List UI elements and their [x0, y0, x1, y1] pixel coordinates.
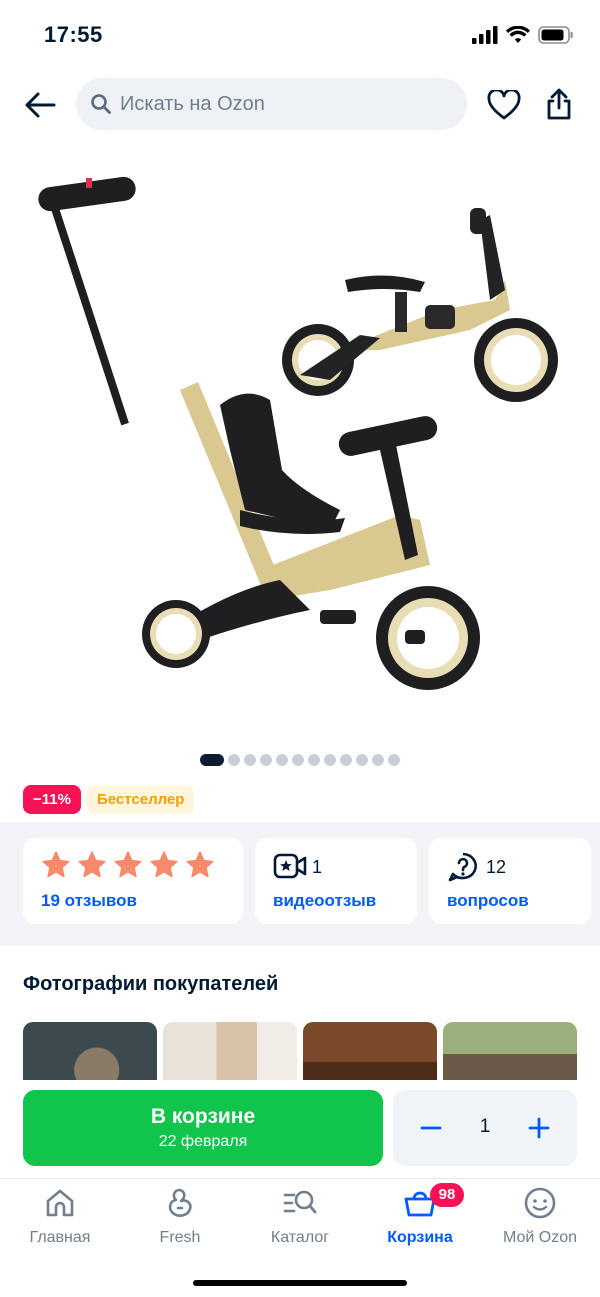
pagination-dot[interactable] [276, 754, 288, 766]
pagination-dot[interactable] [292, 754, 304, 766]
tab-catalog[interactable]: Каталог [240, 1179, 360, 1259]
rating-stars [41, 850, 215, 880]
pagination-dot[interactable] [324, 754, 336, 766]
questions-link[interactable]: вопросов [447, 891, 529, 911]
status-bar: 17:55 [0, 0, 600, 70]
tab-my-ozon-label: Мой Ozon [502, 1229, 578, 1246]
pagination-dot[interactable] [372, 754, 384, 766]
top-bar [0, 78, 600, 132]
fresh-icon [160, 1185, 200, 1221]
pagination-dot[interactable] [340, 754, 352, 766]
home-indicator [193, 1280, 407, 1286]
star-icon [42, 851, 70, 878]
balance-bike-image [282, 208, 558, 402]
home-icon [40, 1185, 80, 1221]
tab-catalog-label: Каталог [270, 1229, 330, 1246]
customer-photos-title: Фотографии покупателей [23, 973, 279, 995]
battery-icon [538, 26, 574, 49]
tab-my-ozon[interactable]: Мой Ozon [480, 1179, 600, 1259]
decrease-button[interactable] [415, 1112, 447, 1144]
bottom-tab-bar: Главная Fresh Каталог Корзина 98 Мой Ozo… [0, 1178, 600, 1297]
search-icon [91, 94, 111, 114]
in-cart-label: В корзине [150, 1105, 256, 1128]
search-input[interactable] [120, 92, 440, 116]
video-count: 1 [312, 857, 323, 877]
tab-home[interactable]: Главная [0, 1179, 120, 1259]
tricycle-image [38, 176, 480, 690]
star-icon [78, 851, 106, 878]
search-bar[interactable] [76, 78, 467, 130]
reviews-link[interactable]: 19 отзывов [41, 891, 137, 911]
tab-fresh[interactable]: Fresh [120, 1179, 240, 1259]
product-image-gallery[interactable] [0, 160, 600, 740]
discount-badge: −11% [23, 785, 81, 814]
back-button[interactable] [22, 88, 58, 122]
questions-card[interactable]: 12 вопросов [429, 838, 591, 924]
pagination-dot[interactable] [260, 754, 272, 766]
video-camera-icon [273, 853, 307, 879]
star-icon [150, 851, 178, 878]
pagination-dot[interactable] [244, 754, 256, 766]
customer-photos-strip[interactable] [23, 1022, 600, 1080]
heart-icon [487, 90, 521, 120]
profile-icon [520, 1185, 560, 1221]
video-reviews-link[interactable]: видеоотзыв [273, 891, 376, 911]
tab-cart-label: Корзина [387, 1229, 453, 1246]
product-badges: −11% Бестселлер [23, 785, 195, 814]
signal-icon [472, 26, 498, 49]
tab-fresh-label: Fresh [159, 1229, 201, 1246]
pagination-dot[interactable] [356, 754, 368, 766]
gallery-pagination[interactable] [200, 754, 400, 766]
favorite-button[interactable] [486, 88, 522, 122]
customer-photo[interactable] [303, 1022, 437, 1080]
pagination-dot[interactable] [200, 754, 224, 766]
video-reviews-card[interactable]: 1 видеоотзыв [255, 838, 417, 924]
pagination-dot[interactable] [388, 754, 400, 766]
cart-count-badge: 98 [430, 1183, 464, 1207]
pagination-dot[interactable] [308, 754, 320, 766]
product-image [38, 176, 558, 690]
quantity-stepper[interactable]: 1 [393, 1090, 577, 1166]
customer-photo[interactable] [443, 1022, 577, 1080]
bestseller-badge: Бестселлер [86, 785, 195, 814]
minus-icon [420, 1126, 442, 1130]
status-icons [472, 25, 574, 49]
share-button[interactable] [541, 86, 577, 122]
tab-home-label: Главная [29, 1229, 91, 1246]
pagination-dot[interactable] [228, 754, 240, 766]
status-time: 17:55 [44, 22, 103, 47]
star-icon [186, 851, 214, 878]
delivery-date: 22 февраля [158, 1133, 248, 1150]
quantity-value: 1 [479, 1116, 491, 1137]
customer-photo[interactable] [23, 1022, 157, 1080]
reviews-card[interactable]: 19 отзывов [23, 838, 243, 924]
increase-button[interactable] [523, 1112, 555, 1144]
purchase-bar: В корзине 22 февраля 1 [0, 1080, 600, 1180]
customer-photo[interactable] [163, 1022, 297, 1080]
question-icon [448, 852, 477, 882]
questions-count: 12 [486, 857, 507, 877]
arrow-left-icon [25, 92, 56, 118]
wifi-icon [506, 25, 530, 49]
share-icon [547, 88, 571, 120]
in-cart-button[interactable]: В корзине 22 февраля [23, 1090, 383, 1166]
star-icon [114, 851, 142, 878]
catalog-icon [280, 1185, 320, 1221]
plus-icon [528, 1117, 550, 1139]
